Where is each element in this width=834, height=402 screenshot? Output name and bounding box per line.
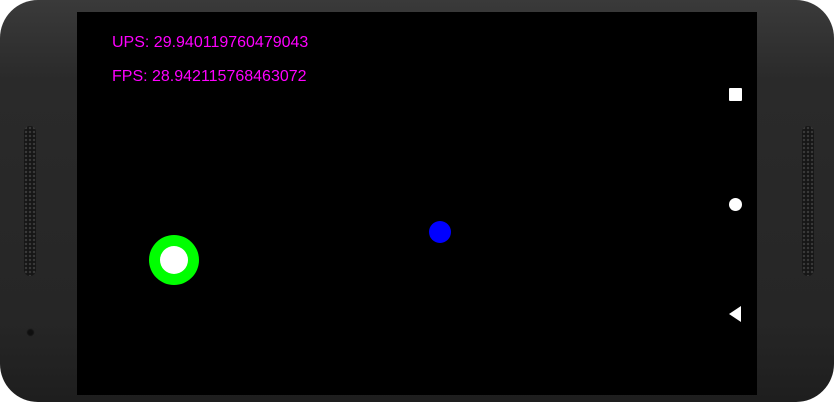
player-ball xyxy=(429,221,451,243)
right-speaker-grille xyxy=(802,126,814,276)
ups-counter: UPS: 29.940119760479043 xyxy=(112,34,309,51)
home-circle-icon xyxy=(728,197,742,211)
joystick-outer-ring[interactable] xyxy=(149,235,199,285)
back-button[interactable] xyxy=(722,301,748,327)
android-navigation-bar xyxy=(722,12,757,395)
home-button[interactable] xyxy=(722,191,748,217)
left-speaker-grille xyxy=(24,126,36,276)
back-triangle-icon xyxy=(729,306,741,322)
front-camera xyxy=(26,328,35,337)
fps-counter: FPS: 28.942115768463072 xyxy=(112,68,307,85)
recents-square-icon xyxy=(728,87,742,101)
phone-frame: UPS: 29.940119760479043 FPS: 28.94211576… xyxy=(0,0,834,402)
recents-button[interactable] xyxy=(722,81,748,107)
game-screen[interactable]: UPS: 29.940119760479043 FPS: 28.94211576… xyxy=(77,12,757,395)
joystick-knob[interactable] xyxy=(160,246,188,274)
